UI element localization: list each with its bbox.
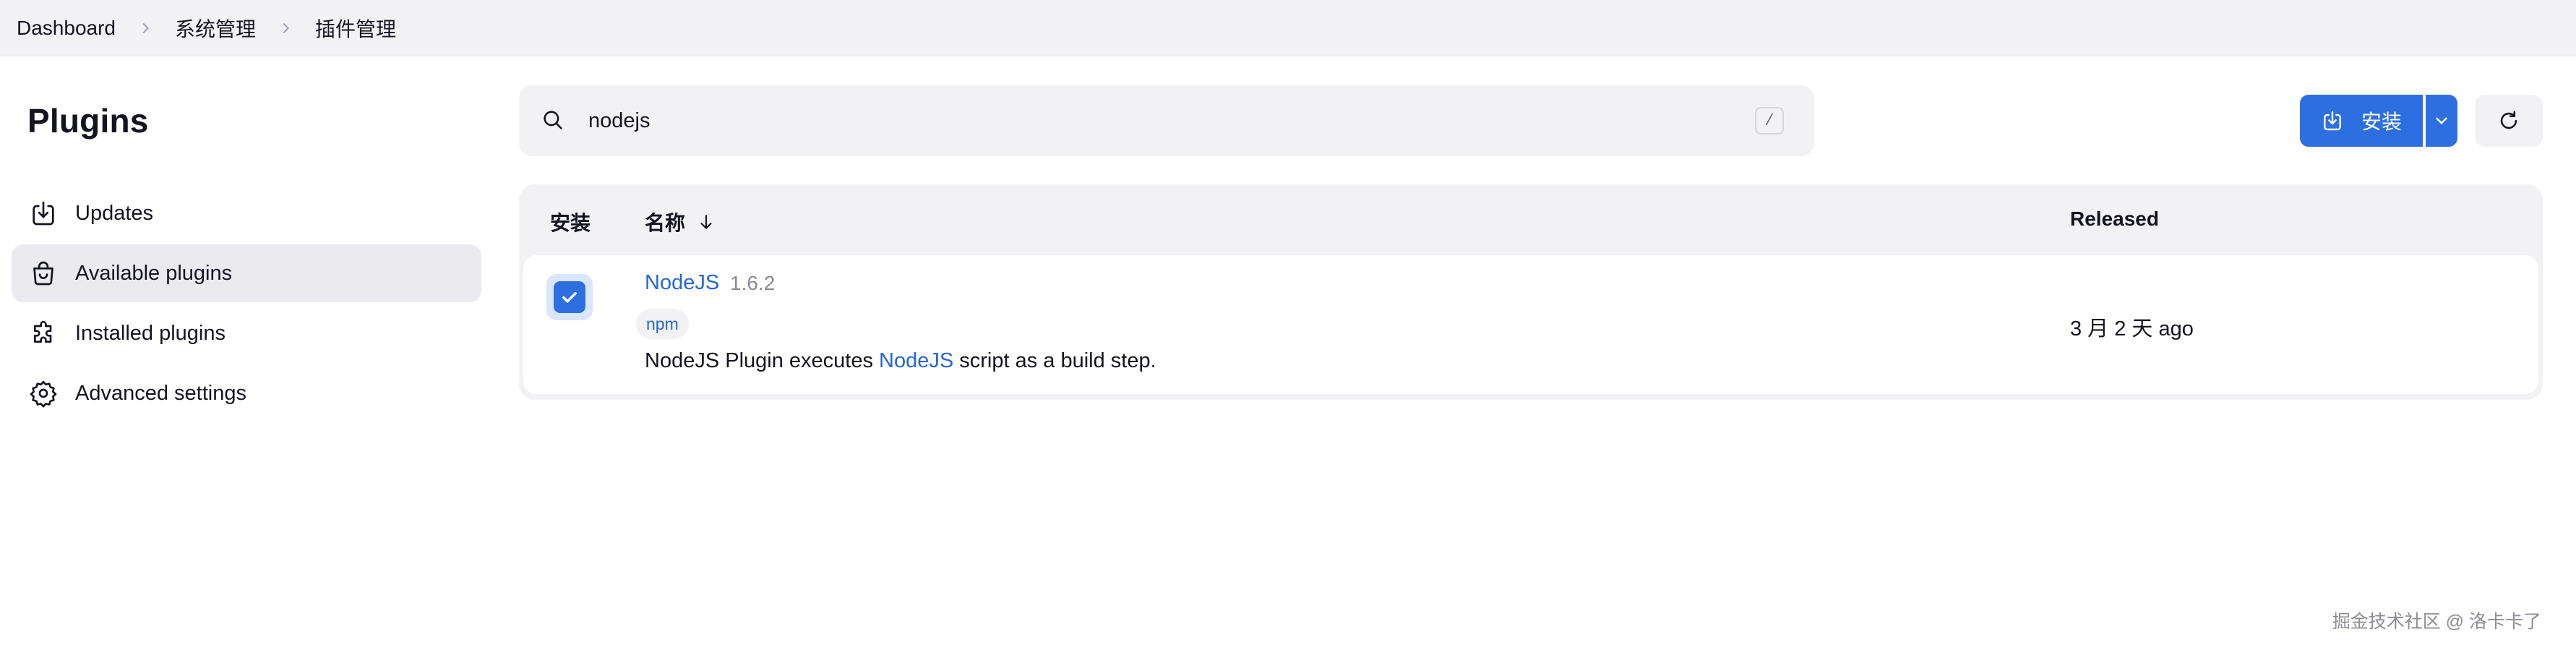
search-input[interactable] bbox=[588, 108, 1716, 133]
sidebar-item-label: Installed plugins bbox=[75, 321, 226, 345]
shortcut-hint: / bbox=[1755, 107, 1784, 134]
column-header-name[interactable]: 名称 bbox=[645, 207, 716, 236]
breadcrumb-system-management[interactable]: 系统管理 bbox=[175, 14, 256, 43]
install-dropdown-button[interactable] bbox=[2426, 95, 2457, 147]
page-title: Plugins bbox=[27, 102, 149, 140]
sidebar-item-advanced-settings[interactable]: Advanced settings bbox=[12, 364, 481, 422]
refresh-icon bbox=[2500, 111, 2517, 129]
download-icon bbox=[27, 197, 59, 229]
sidebar-item-label: Available plugins bbox=[75, 261, 233, 285]
gear-icon bbox=[27, 377, 59, 409]
plugins-table: 安装 名称 Released NodeJS 1.6.2 npm NodeJS P… bbox=[519, 184, 2543, 400]
sidebar-item-label: Advanced settings bbox=[75, 381, 246, 405]
column-header-install: 安装 bbox=[550, 212, 591, 234]
puzzle-icon bbox=[27, 317, 59, 349]
sidebar-item-installed-plugins[interactable]: Installed plugins bbox=[12, 304, 481, 362]
breadcrumb-dashboard[interactable]: Dashboard bbox=[17, 17, 116, 40]
column-header-released: Released bbox=[2070, 207, 2159, 230]
breadcrumb-plugin-management[interactable]: 插件管理 bbox=[315, 14, 396, 43]
install-icon bbox=[2324, 111, 2341, 131]
plugin-description-link[interactable]: NodeJS bbox=[879, 349, 953, 372]
refresh-button[interactable] bbox=[2475, 95, 2543, 147]
plugin-released: 3 月 2 天 ago bbox=[2070, 317, 2194, 341]
breadcrumb: Dashboard 系统管理 插件管理 bbox=[0, 0, 2576, 56]
sidebar-item-label: Updates bbox=[75, 201, 154, 225]
plugin-description-prefix: NodeJS Plugin executes bbox=[645, 349, 880, 372]
sidebar-item-updates[interactable]: Updates bbox=[12, 184, 481, 242]
plugin-version: 1.6.2 bbox=[730, 272, 776, 294]
install-button[interactable]: 安装 bbox=[2300, 95, 2423, 147]
sort-arrow-down-icon bbox=[700, 215, 712, 229]
check-icon bbox=[562, 292, 577, 303]
install-button-label: 安装 bbox=[2361, 111, 2402, 133]
install-checkbox[interactable] bbox=[546, 274, 593, 320]
checkbox-checked bbox=[554, 281, 585, 313]
shopping-bag-icon bbox=[27, 257, 59, 289]
chevron-right-icon bbox=[278, 20, 293, 36]
table-row: NodeJS 1.6.2 npm NodeJS Plugin executes … bbox=[523, 255, 2538, 394]
watermark: 掘金技术社区 @ 洛卡卡了 bbox=[2332, 612, 2541, 632]
chevron-down-icon bbox=[2436, 117, 2447, 124]
column-header-name-label: 名称 bbox=[645, 212, 686, 234]
search-bar: / bbox=[519, 85, 1814, 156]
plugin-description-suffix: script as a build step. bbox=[953, 349, 1156, 372]
plugin-description: NodeJS Plugin executes NodeJS script as … bbox=[645, 349, 1156, 373]
search-icon bbox=[541, 108, 567, 134]
chevron-right-icon bbox=[137, 20, 153, 36]
plugin-name-link[interactable]: NodeJS bbox=[645, 271, 719, 295]
sidebar-item-available-plugins[interactable]: Available plugins bbox=[12, 244, 481, 302]
plugin-tag[interactable]: npm bbox=[636, 309, 689, 339]
